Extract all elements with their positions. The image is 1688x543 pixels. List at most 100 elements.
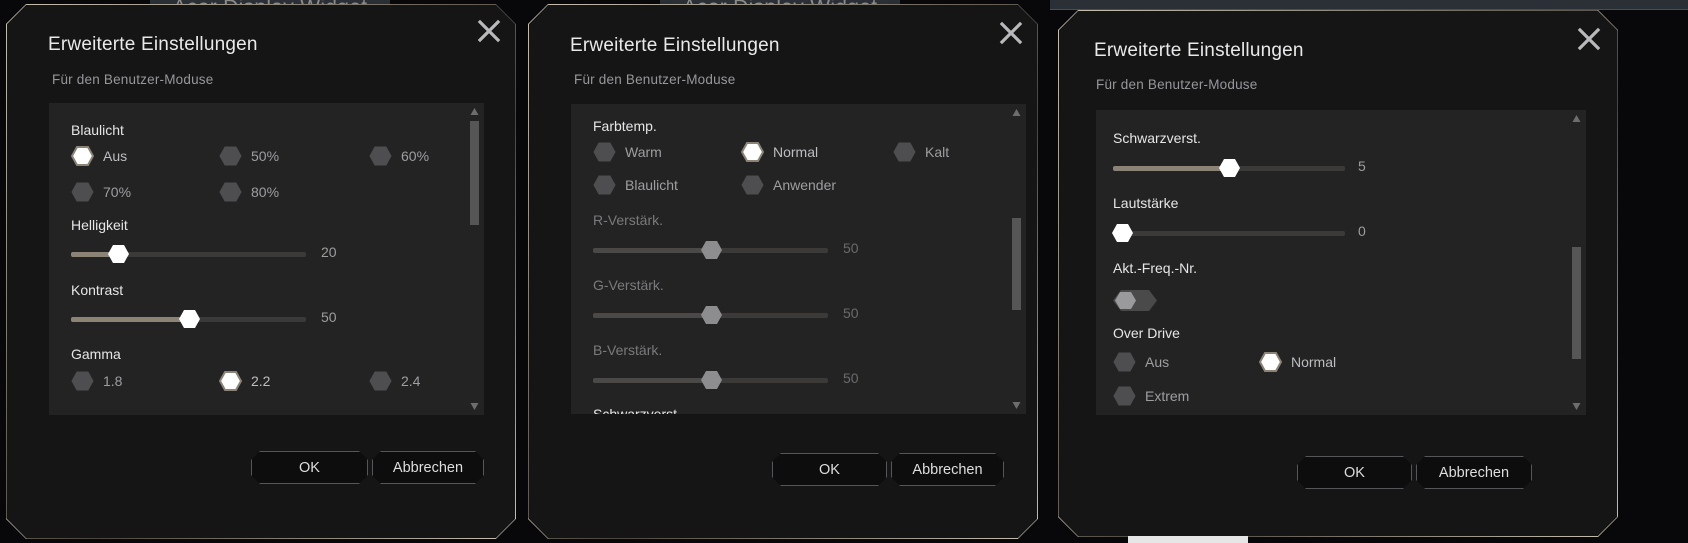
dialog-color-temp: Erweiterte Einstellungen Für den Benutze… <box>528 4 1038 539</box>
slider-thumb[interactable] <box>178 309 201 329</box>
group-label-over-drive: Over Drive <box>1113 325 1180 341</box>
slider-value-b-gain: 50 <box>843 370 859 386</box>
radio-label: Normal <box>1291 354 1337 370</box>
ok-button[interactable]: OK <box>772 453 887 486</box>
slider-value-lautstaerke: 0 <box>1358 223 1366 239</box>
settings-scroll-area[interactable]: Blaulicht Aus 50% 60% 70% 80% Helligkeit… <box>49 103 484 415</box>
cancel-button[interactable]: Abbrechen <box>891 453 1004 486</box>
hexagon-thumb-icon <box>1111 223 1134 243</box>
slider-value-helligkeit: 20 <box>321 244 337 260</box>
scroll-down-arrow-icon[interactable] <box>470 402 479 411</box>
group-label-g-gain: G-Verstärk. <box>593 277 664 293</box>
hexagon-thumb-icon <box>700 240 723 260</box>
close-button[interactable] <box>474 16 504 46</box>
cancel-button[interactable]: Abbrechen <box>1416 456 1532 489</box>
slider-r-gain[interactable] <box>593 240 828 260</box>
radio-label: 70% <box>103 184 132 200</box>
radio-farbtemp-anwender[interactable]: Anwender <box>741 175 836 195</box>
close-button[interactable] <box>1574 24 1604 54</box>
settings-scroll-area[interactable]: Farbtemp. Warm Normal Kalt Blaulicht Anw… <box>571 104 1026 414</box>
radio-label: 60% <box>401 148 430 164</box>
radio-label: 2.4 <box>401 373 421 389</box>
cancel-button[interactable]: Abbrechen <box>372 451 484 484</box>
slider-helligkeit[interactable] <box>71 244 306 264</box>
radio-farbtemp-normal[interactable]: Normal <box>741 142 818 162</box>
hexagon-thumb-icon <box>178 309 201 329</box>
hexagon-radio-icon <box>1259 352 1282 372</box>
scroll-down-arrow-icon[interactable] <box>1572 402 1581 411</box>
slider-value-schwarzverst: 5 <box>1358 158 1366 174</box>
slider-schwarzverst[interactable] <box>1113 158 1345 178</box>
group-label-b-gain: B-Verstärk. <box>593 342 663 358</box>
close-button[interactable] <box>996 18 1026 48</box>
hexagon-radio-icon <box>219 146 242 166</box>
slider-value-kontrast: 50 <box>321 309 337 325</box>
radio-gamma-24[interactable]: 2.4 <box>369 371 420 391</box>
scrollbar-thumb[interactable] <box>470 121 479 225</box>
hexagon-thumb-icon <box>1218 158 1241 178</box>
slider-thumb[interactable] <box>1218 158 1241 178</box>
radio-label: Warm <box>625 144 662 160</box>
radio-gamma-22[interactable]: 2.2 <box>219 371 270 391</box>
radio-blaulicht-aus[interactable]: Aus <box>71 146 127 166</box>
radio-label: Aus <box>1145 354 1170 370</box>
dialog-title: Erweiterte Einstellungen <box>48 34 258 55</box>
slider-g-gain[interactable] <box>593 305 828 325</box>
dialog-subtitle: Für den Benutzer-Moduse <box>574 72 736 87</box>
group-label-helligkeit: Helligkeit <box>71 217 128 233</box>
radio-blaulicht-80[interactable]: 80% <box>219 182 279 202</box>
radio-blaulicht-60[interactable]: 60% <box>369 146 429 166</box>
radio-label: Blaulicht <box>625 177 678 193</box>
hexagon-radio-icon <box>593 142 616 162</box>
radio-label: Kalt <box>925 144 950 160</box>
slider-thumb[interactable] <box>700 370 723 390</box>
slider-kontrast[interactable] <box>71 309 306 329</box>
hexagon-knob-icon <box>1114 291 1137 310</box>
toggle-knob <box>1114 291 1137 310</box>
group-label-akt-freq-nr: Akt.-Freq.-Nr. <box>1113 260 1198 276</box>
radio-label: Aus <box>103 148 128 164</box>
slider-b-gain[interactable] <box>593 370 828 390</box>
scroll-up-arrow-icon[interactable] <box>1012 108 1021 117</box>
hexagon-radio-icon <box>593 175 616 195</box>
scrollbar-vertical[interactable] <box>470 107 479 411</box>
radio-farbtemp-kalt[interactable]: Kalt <box>893 142 949 162</box>
radio-label: 1.8 <box>103 373 123 389</box>
hexagon-thumb-icon <box>107 244 130 264</box>
scrollbar-vertical[interactable] <box>1012 108 1021 410</box>
slider-thumb[interactable] <box>700 240 723 260</box>
radio-gamma-18[interactable]: 1.8 <box>71 371 122 391</box>
scroll-down-arrow-icon[interactable] <box>1012 401 1021 410</box>
radio-overdrive-extrem[interactable]: Extrem <box>1113 386 1189 406</box>
radio-farbtemp-blaulicht[interactable]: Blaulicht <box>593 175 678 195</box>
group-label-schwarzverst-clipped: Schwarzverst. <box>593 406 681 414</box>
hexagon-radio-icon <box>369 146 392 166</box>
toggle-akt-freq-nr[interactable] <box>1113 290 1157 311</box>
radio-overdrive-aus[interactable]: Aus <box>1113 352 1169 372</box>
ok-button[interactable]: OK <box>251 451 368 484</box>
hexagon-radio-icon <box>71 182 94 202</box>
radio-label: 50% <box>251 148 280 164</box>
radio-blaulicht-50[interactable]: 50% <box>219 146 279 166</box>
group-label-r-gain: R-Verstärk. <box>593 212 664 228</box>
slider-thumb[interactable] <box>107 244 130 264</box>
scrollbar-thumb[interactable] <box>1572 247 1581 359</box>
dialog-subtitle: Für den Benutzer-Moduse <box>1096 77 1258 92</box>
slider-value-g-gain: 50 <box>843 305 859 321</box>
slider-fill <box>593 248 711 253</box>
ok-button[interactable]: OK <box>1297 456 1412 489</box>
radio-blaulicht-70[interactable]: 70% <box>71 182 131 202</box>
group-label-farbtemp: Farbtemp. <box>593 118 657 134</box>
scroll-up-arrow-icon[interactable] <box>470 107 479 116</box>
dialog-subtitle: Für den Benutzer-Moduse <box>52 72 214 87</box>
radio-label: Normal <box>773 144 819 160</box>
slider-thumb[interactable] <box>700 305 723 325</box>
scroll-up-arrow-icon[interactable] <box>1572 114 1581 123</box>
settings-scroll-area[interactable]: Schwarzverst. 5 Lautstärke 0 Akt.-Freq.-… <box>1096 110 1586 415</box>
scrollbar-vertical[interactable] <box>1572 114 1581 411</box>
scrollbar-thumb[interactable] <box>1012 218 1021 310</box>
radio-overdrive-normal[interactable]: Normal <box>1259 352 1336 372</box>
radio-farbtemp-warm[interactable]: Warm <box>593 142 662 162</box>
slider-lautstaerke[interactable] <box>1113 223 1345 243</box>
slider-thumb[interactable] <box>1111 223 1134 243</box>
